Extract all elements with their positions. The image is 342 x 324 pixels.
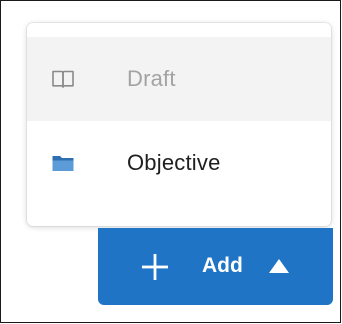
- menu-item-label: Objective: [127, 150, 221, 175]
- menu-item-label: Draft: [127, 66, 176, 91]
- screenshot-frame: Draft Objective Add: [0, 0, 341, 323]
- add-button[interactable]: Add: [98, 228, 333, 305]
- add-dropdown-menu: Draft Objective: [27, 23, 331, 226]
- folder-icon: [52, 156, 74, 171]
- menu-item-draft: Draft: [27, 37, 331, 121]
- menu-item-objective[interactable]: Objective: [27, 121, 331, 205]
- add-button-label: Add: [202, 254, 243, 277]
- book-icon: [52, 70, 74, 88]
- plus-icon: [142, 254, 168, 280]
- caret-up-icon: [269, 259, 289, 273]
